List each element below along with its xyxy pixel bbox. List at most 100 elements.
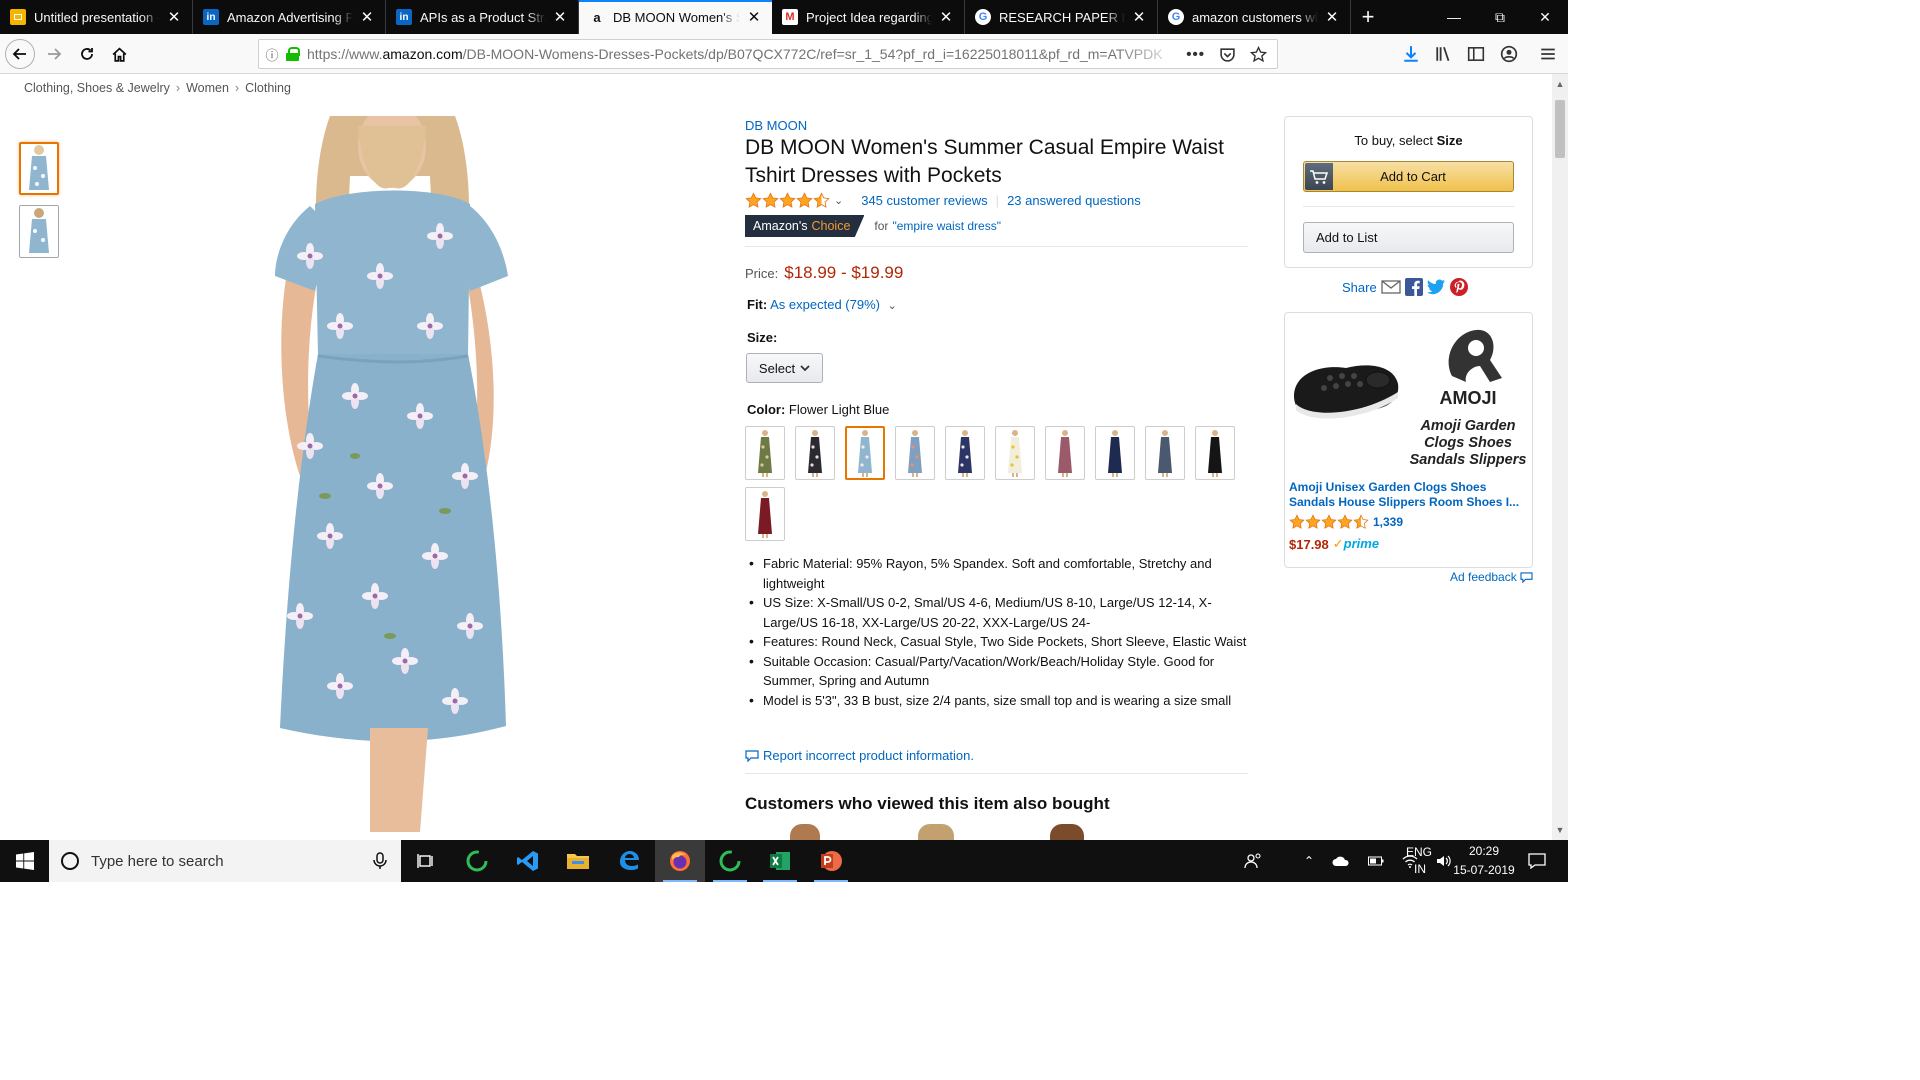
answered-questions-link[interactable]: 23 answered questions bbox=[1007, 193, 1141, 208]
pocket-icon[interactable] bbox=[1219, 46, 1236, 63]
home-button[interactable] bbox=[104, 39, 134, 69]
star-rating[interactable] bbox=[745, 192, 830, 209]
also-bought-item-image[interactable] bbox=[1050, 824, 1084, 840]
ad-rating[interactable]: 1,339 bbox=[1289, 514, 1403, 530]
battery-icon[interactable] bbox=[1368, 856, 1384, 866]
color-swatch[interactable] bbox=[1095, 426, 1135, 480]
color-swatch[interactable] bbox=[945, 426, 985, 480]
product-main-image[interactable] bbox=[270, 116, 520, 832]
product-thumbnail-front[interactable] bbox=[19, 142, 59, 195]
color-swatch[interactable] bbox=[1195, 426, 1235, 480]
restore-button[interactable]: ⧉ bbox=[1477, 0, 1523, 34]
people-icon[interactable] bbox=[1244, 852, 1262, 870]
close-tab-icon[interactable]: ✕ bbox=[746, 8, 762, 26]
add-to-cart-button[interactable]: Add to Cart bbox=[1303, 161, 1514, 192]
taskbar-vscode[interactable] bbox=[503, 840, 553, 882]
action-center-button[interactable] bbox=[1522, 840, 1552, 882]
close-tab-icon[interactable]: ✕ bbox=[359, 8, 375, 26]
product-thumbnail-side[interactable] bbox=[19, 205, 59, 258]
taskbar-search-box[interactable]: Type here to search bbox=[49, 840, 401, 882]
taskbar-app-spinner[interactable] bbox=[452, 840, 502, 882]
color-swatch[interactable] bbox=[745, 426, 785, 480]
browser-tab[interactable]: Gamazon customers who bought ✕ bbox=[1158, 0, 1351, 34]
close-tab-icon[interactable]: ✕ bbox=[552, 8, 568, 26]
input-language[interactable]: ENG IN bbox=[1406, 840, 1432, 882]
bookmark-star-icon[interactable] bbox=[1250, 45, 1267, 63]
address-bar[interactable]: ⓘ https://www.amazon.com/DB-MOON-Womens-… bbox=[258, 39, 1278, 69]
scroll-down-arrow-icon[interactable]: ▼ bbox=[1552, 822, 1568, 838]
browser-tab[interactable]: a DB MOON Women's Summer Casual ✕ bbox=[579, 0, 772, 34]
also-bought-item-image[interactable] bbox=[790, 824, 820, 840]
minimize-button[interactable]: — bbox=[1431, 0, 1477, 34]
taskbar-app-spinner-2[interactable] bbox=[705, 840, 755, 882]
rating-row: ⌄ 345 customer reviews | 23 answered que… bbox=[745, 192, 1141, 209]
chevron-down-icon[interactable]: ⌄ bbox=[834, 194, 843, 207]
library-icon[interactable] bbox=[1434, 44, 1454, 64]
choice-query-link[interactable]: "empire waist dress" bbox=[892, 219, 1001, 233]
twitter-icon[interactable] bbox=[1426, 279, 1446, 295]
color-swatch[interactable] bbox=[1145, 426, 1185, 480]
onedrive-icon[interactable] bbox=[1332, 855, 1350, 867]
lock-icon[interactable] bbox=[285, 47, 301, 61]
color-swatch[interactable] bbox=[845, 426, 885, 480]
page-scrollbar[interactable]: ▲ ▼ bbox=[1552, 74, 1568, 840]
menu-icon[interactable] bbox=[1538, 44, 1558, 64]
browser-tab[interactable]: in APIs as a Product Strategy ✕ bbox=[386, 0, 579, 34]
ad-feedback-link[interactable]: Ad feedback bbox=[1450, 570, 1533, 584]
taskbar-file-explorer[interactable] bbox=[553, 840, 603, 882]
color-swatch[interactable] bbox=[1045, 426, 1085, 480]
downloads-icon[interactable] bbox=[1401, 44, 1421, 64]
close-tab-icon[interactable]: ✕ bbox=[1131, 8, 1147, 26]
forward-button[interactable] bbox=[39, 39, 69, 69]
close-tab-icon[interactable]: ✕ bbox=[166, 8, 182, 26]
start-button[interactable] bbox=[0, 840, 49, 882]
browser-tab[interactable]: M Project Idea regarding - Gmail ✕ bbox=[772, 0, 965, 34]
close-tab-icon[interactable]: ✕ bbox=[938, 8, 954, 26]
facebook-icon[interactable] bbox=[1404, 278, 1423, 296]
color-swatch[interactable] bbox=[995, 426, 1035, 480]
browser-tab[interactable]: in Amazon Advertising Pitch ✕ bbox=[193, 0, 386, 34]
microphone-icon[interactable] bbox=[373, 852, 387, 870]
color-swatch[interactable] bbox=[795, 426, 835, 480]
info-icon[interactable]: ⓘ bbox=[259, 45, 285, 64]
clog-shoe-image[interactable] bbox=[1290, 354, 1402, 434]
scroll-up-arrow-icon[interactable]: ▲ bbox=[1552, 76, 1568, 92]
reload-button[interactable] bbox=[72, 39, 102, 69]
taskbar-powerpoint[interactable] bbox=[806, 840, 856, 882]
task-view-button[interactable] bbox=[401, 840, 451, 882]
also-bought-item-image[interactable] bbox=[918, 824, 954, 840]
report-incorrect-info-link[interactable]: Report incorrect product information. bbox=[745, 748, 974, 763]
scroll-thumb[interactable] bbox=[1555, 100, 1565, 158]
color-swatch[interactable] bbox=[745, 487, 785, 541]
new-tab-button[interactable]: + bbox=[1351, 0, 1385, 34]
notifications-icon bbox=[1528, 853, 1546, 869]
close-tab-icon[interactable]: ✕ bbox=[1324, 8, 1340, 26]
size-dropdown[interactable]: Select bbox=[746, 353, 823, 383]
page-actions-icon[interactable]: ••• bbox=[1186, 46, 1205, 63]
url-text[interactable]: https://www.amazon.com/DB-MOON-Womens-Dr… bbox=[307, 46, 1186, 62]
pinterest-icon[interactable] bbox=[1449, 278, 1468, 296]
breadcrumb-clothing-shoes-jewelry[interactable]: Clothing, Shoes & Jewelry bbox=[24, 81, 170, 95]
close-window-button[interactable]: ✕ bbox=[1522, 0, 1568, 34]
breadcrumb-women[interactable]: Women bbox=[186, 81, 229, 95]
taskbar-edge[interactable] bbox=[604, 840, 654, 882]
sidebar-icon[interactable] bbox=[1466, 44, 1486, 64]
reviews-link[interactable]: 345 customer reviews bbox=[861, 193, 987, 208]
email-icon[interactable] bbox=[1381, 279, 1401, 295]
amazons-choice-badge[interactable]: Amazon's Choice bbox=[745, 215, 865, 237]
ad-title-link[interactable]: Amoji Unisex Garden Clogs Shoes Sandals … bbox=[1289, 480, 1529, 510]
color-swatch[interactable] bbox=[895, 426, 935, 480]
add-to-list-button[interactable]: Add to List bbox=[1303, 222, 1514, 253]
back-button[interactable] bbox=[5, 39, 35, 69]
account-icon[interactable] bbox=[1499, 44, 1519, 64]
chevron-up-icon[interactable]: ⌃ bbox=[1304, 854, 1314, 868]
chevron-down-icon[interactable]: ⌄ bbox=[888, 300, 897, 312]
browser-tab[interactable]: G RESEARCH PAPER EXAMPLE ✕ bbox=[965, 0, 1158, 34]
clock[interactable]: 20:29 15-07-2019 bbox=[1446, 840, 1522, 882]
brand-link[interactable]: DB MOON bbox=[745, 118, 807, 133]
taskbar-firefox[interactable] bbox=[655, 840, 705, 882]
taskbar-excel[interactable] bbox=[755, 840, 805, 882]
breadcrumb-clothing[interactable]: Clothing bbox=[245, 81, 291, 95]
browser-tab[interactable]: Untitled presentation - Google Slides ✕ bbox=[0, 0, 193, 34]
fit-value-link[interactable]: As expected (79%) bbox=[770, 297, 880, 312]
